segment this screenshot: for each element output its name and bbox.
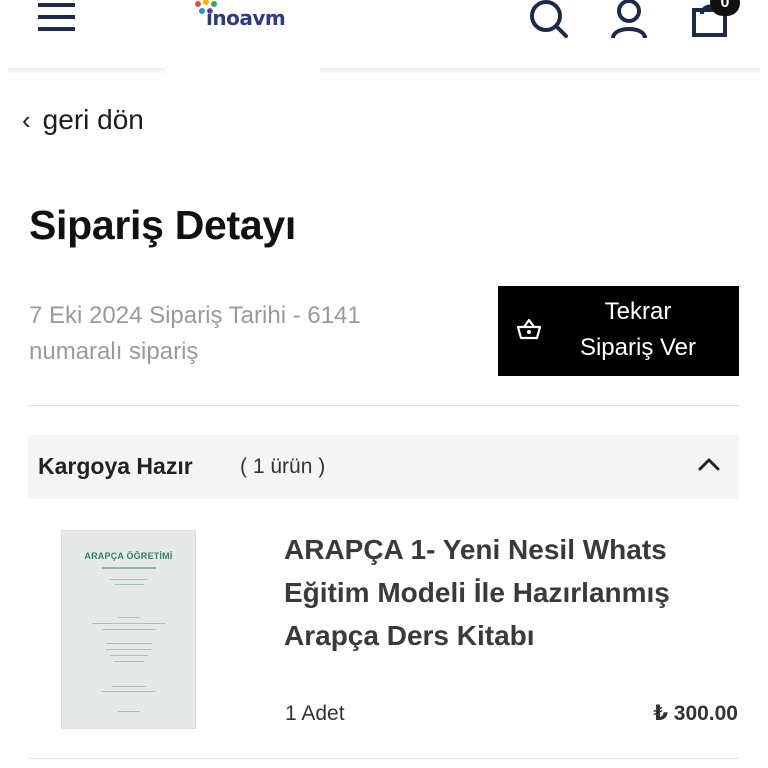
divider bbox=[28, 405, 739, 406]
logo[interactable]: inoavm bbox=[192, 0, 312, 34]
cover-decoration bbox=[110, 579, 148, 580]
header: inoavm 0 bbox=[0, 0, 768, 70]
shipment-status-label: Kargoya Hazır bbox=[38, 453, 193, 479]
cover-decoration bbox=[110, 655, 148, 656]
reorder-button[interactable]: Tekrar Sipariş Ver bbox=[498, 286, 739, 376]
order-info: 7 Eki 2024 Sipariş Tarihi - 6141 numaral… bbox=[29, 302, 361, 365]
product-quantity: 1 Adet bbox=[285, 702, 345, 725]
cover-decoration bbox=[118, 617, 140, 618]
product-cover-title: ARAPÇA ÖĞRETİMİ bbox=[84, 551, 173, 561]
header-shadow bbox=[8, 68, 760, 74]
reorder-label: Tekrar Sipariş Ver bbox=[579, 298, 697, 361]
user-icon[interactable] bbox=[610, 0, 648, 40]
cover-decoration bbox=[118, 711, 140, 712]
cover-decoration bbox=[114, 661, 144, 662]
shipment-status-header[interactable]: Kargoya Hazır ( 1 ürün ) bbox=[28, 435, 739, 499]
cover-decoration bbox=[112, 686, 146, 687]
basket-icon bbox=[516, 318, 542, 340]
divider bbox=[28, 758, 739, 759]
product-name[interactable]: ARAPÇA 1- Yeni Nesil Whats Eğitim Modeli… bbox=[284, 528, 684, 657]
cover-decoration bbox=[102, 567, 156, 569]
product-image[interactable]: ARAPÇA ÖĞRETİMİ bbox=[61, 530, 196, 729]
product-price: ₺ 300.00 bbox=[653, 702, 738, 725]
search-icon[interactable] bbox=[528, 0, 570, 40]
page-title: Sipariş Detayı bbox=[29, 202, 296, 248]
menu-icon[interactable] bbox=[38, 0, 78, 36]
cover-decoration bbox=[102, 691, 156, 692]
back-label: geri dön bbox=[42, 104, 144, 135]
cover-decoration bbox=[106, 643, 152, 644]
cover-decoration bbox=[92, 623, 166, 624]
chevron-up-icon[interactable] bbox=[698, 457, 720, 471]
cover-decoration bbox=[102, 629, 156, 630]
cover-decoration bbox=[114, 584, 144, 585]
cover-decoration bbox=[106, 649, 152, 650]
header-tab-indicator bbox=[165, 66, 320, 76]
chevron-left-icon: ‹ bbox=[22, 105, 31, 135]
logo-text: inoavm bbox=[206, 6, 286, 30]
cart-count-badge: 0 bbox=[710, 0, 740, 16]
back-link[interactable]: ‹ geri dön bbox=[22, 104, 144, 136]
shipment-item-count: ( 1 ürün ) bbox=[240, 455, 326, 478]
